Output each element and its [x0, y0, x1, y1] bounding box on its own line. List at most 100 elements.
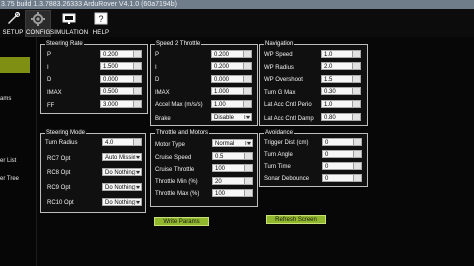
steering-mode-rc9-label: RC9 Opt: [47, 185, 71, 191]
sidebar: ams er List er Tree: [0, 37, 37, 266]
steering-rate-imax-input[interactable]: 0.500: [100, 87, 142, 95]
chevron-down-icon: [246, 116, 250, 119]
throttle-motors-throttle-min-input[interactable]: 20: [212, 177, 253, 185]
speed-2-throttle-accel-input[interactable]: 1.00: [211, 100, 252, 108]
avoidance-trigger-dist-input[interactable]: 0: [322, 138, 362, 146]
throttle-motors-cruise-throttle-label: Cruise Throttle: [155, 167, 195, 173]
write-params-button[interactable]: Write Params: [154, 217, 209, 226]
throttle-motors-cruise-speed-label: Cruise Speed: [155, 155, 192, 161]
avoidance-turn-time-label: Turn Time: [264, 164, 291, 170]
steering-mode-rc10-select[interactable]: Do Nothing: [102, 198, 142, 206]
avoidance-group: Avoidance Trigger Dist (cm) 0 Turn Angle…: [259, 129, 368, 187]
navigation-turn-g-max-label: Turn G Max: [264, 90, 296, 96]
steering-mode-rc9-value: Do Nothing: [105, 185, 136, 191]
steering-mode-rc7-label: RC7 Opt: [47, 156, 71, 162]
window-title: 3.75 build 1.3.7883.26333 ArduRover V4.1…: [1, 1, 177, 8]
steering-mode-rc8-select[interactable]: Do Nothing: [102, 168, 142, 176]
wrench-icon: [8, 12, 20, 24]
steering-rate-ff-input[interactable]: 3.000: [100, 100, 142, 108]
steering-mode-rc7-value: Auto Missio: [105, 155, 137, 161]
gear-icon: [31, 12, 45, 26]
speed-2-throttle-title: Speed 2 Throttle: [155, 40, 202, 48]
speed-2-throttle-p-input[interactable]: 0.200: [211, 50, 252, 58]
sidebar-item-param-tree[interactable]: er Tree: [0, 176, 19, 182]
toolbar-simulation-button[interactable]: SIMULATION: [50, 11, 89, 36]
monitor-icon: [62, 13, 75, 24]
chevron-down-icon: [247, 142, 251, 145]
toolbar-help-button[interactable]: ? HELP: [88, 11, 114, 36]
speed-2-throttle-accel-label: Accel Max (m/s/s): [155, 102, 203, 108]
refresh-screen-button[interactable]: Refresh Screen: [266, 215, 326, 224]
speed-2-throttle-brake-value: Disable: [214, 115, 235, 121]
title-bar: 3.75 build 1.3.7883.26333 ArduRover V4.1…: [0, 0, 474, 9]
navigation-wp-speed-label: WP Speed: [264, 52, 293, 58]
speed-2-throttle-d-input[interactable]: 0.000: [211, 75, 252, 83]
steering-rate-imax-label: IMAX: [47, 90, 62, 96]
throttle-motors-motor-type-select[interactable]: Normal: [212, 139, 253, 147]
steering-mode-rc9-select[interactable]: Do Nothing: [102, 183, 142, 191]
throttle-motors-motor-type-label: Motor Type: [155, 142, 185, 148]
avoidance-turn-angle-input[interactable]: 0: [322, 150, 362, 158]
avoidance-sonar-debounce-label: Sonar Debounce: [264, 176, 310, 182]
toolbar-setup-label: SETUP: [2, 30, 24, 36]
help-icon: ?: [94, 12, 108, 25]
svg-text:?: ?: [98, 14, 103, 24]
avoidance-title: Avoidance: [264, 129, 294, 137]
avoidance-turn-time-input[interactable]: 0: [322, 162, 362, 170]
navigation-wp-overshoot-label: WP Overshoot: [264, 77, 303, 83]
navigation-lat-acc-period-input[interactable]: 1.0: [321, 100, 361, 108]
speed-2-throttle-brake-select[interactable]: Disable: [211, 113, 252, 121]
navigation-lat-acc-period-label: Lat Acc Cntl Perio: [264, 102, 312, 108]
navigation-wp-overshoot-input[interactable]: 1.5: [321, 75, 361, 83]
throttle-motors-cruise-speed-input[interactable]: 0.5: [212, 152, 253, 160]
throttle-motors-throttle-min-label: Throttle Min (%): [155, 179, 198, 185]
throttle-motors-title: Throttle and Motors: [155, 129, 210, 137]
sidebar-item-param-list[interactable]: er List: [0, 158, 16, 164]
chevron-down-icon: [136, 186, 140, 189]
navigation-wp-radius-input[interactable]: 2.0: [321, 62, 361, 70]
steering-rate-ff-label: FF: [47, 103, 55, 109]
steering-mode-turn-radius-input[interactable]: 4.0: [102, 138, 142, 146]
steering-mode-rc10-value: Do Nothing: [105, 200, 136, 206]
toolbar-config-button[interactable]: CONFIG: [25, 10, 51, 37]
steering-mode-title: Steering Mode: [45, 129, 87, 137]
steering-mode-group: Steering Mode Turn Radius 4.0 RC7 Opt Au…: [40, 129, 146, 213]
speed-2-throttle-group: Speed 2 Throttle P 0.200 I 0.200 D 0.000…: [150, 40, 258, 126]
toolbar-setup-button[interactable]: SETUP: [0, 11, 26, 36]
screen: 3.75 build 1.3.7883.26333 ArduRover V4.1…: [0, 0, 474, 266]
steering-mode-rc8-value: Do Nothing: [105, 170, 136, 176]
toolbar-simulation-label: SIMULATION: [50, 30, 89, 36]
steering-mode-rc8-label: RC8 Opt: [47, 170, 71, 176]
speed-2-throttle-i-label: I: [155, 65, 157, 71]
navigation-wp-speed-input[interactable]: 1.0: [321, 50, 361, 58]
throttle-motors-group: Throttle and Motors Motor Type Normal Cr…: [150, 129, 258, 207]
avoidance-trigger-dist-label: Trigger Dist (cm): [264, 140, 309, 146]
throttle-motors-throttle-max-input[interactable]: 100: [212, 189, 253, 197]
sidebar-active-tab[interactable]: [0, 57, 30, 73]
throttle-motors-cruise-throttle-input[interactable]: 100: [212, 164, 253, 172]
chevron-down-icon: [136, 171, 140, 174]
steering-rate-p-label: P: [47, 52, 52, 58]
speed-2-throttle-imax-label: IMAX: [155, 90, 170, 96]
steering-rate-i-label: I: [47, 65, 49, 71]
speed-2-throttle-p-label: P: [155, 52, 160, 58]
main-toolbar: SETUP CONFIG SIMULATION ? HELP: [0, 9, 474, 37]
navigation-title: Navigation: [264, 40, 295, 48]
navigation-lat-acc-damp-input[interactable]: 0.80: [321, 113, 361, 121]
throttle-motors-motor-type-value: Normal: [215, 141, 235, 147]
speed-2-throttle-imax-input[interactable]: 1.000: [211, 87, 252, 95]
steering-rate-d-input[interactable]: 0.000: [100, 75, 142, 83]
speed-2-throttle-i-input[interactable]: 0.200: [211, 62, 252, 70]
avoidance-sonar-debounce-input[interactable]: 0: [322, 174, 362, 182]
steering-rate-p-input[interactable]: 0.200: [100, 50, 142, 58]
steering-rate-group: Steering Rate P 0.200 I 1.500 D 0.000 IM…: [40, 40, 148, 114]
sidebar-item-params[interactable]: ams: [0, 96, 11, 102]
avoidance-turn-angle-label: Turn Angle: [264, 152, 293, 158]
navigation-wp-radius-label: WP Radius: [264, 65, 294, 71]
steering-rate-title: Steering Rate: [45, 40, 84, 48]
navigation-turn-g-max-input[interactable]: 0.30: [321, 87, 361, 95]
chevron-down-icon: [136, 156, 140, 159]
toolbar-config-label: CONFIG: [26, 30, 51, 36]
steering-rate-i-input[interactable]: 1.500: [100, 62, 142, 70]
steering-mode-rc7-select[interactable]: Auto Missio: [102, 153, 142, 161]
